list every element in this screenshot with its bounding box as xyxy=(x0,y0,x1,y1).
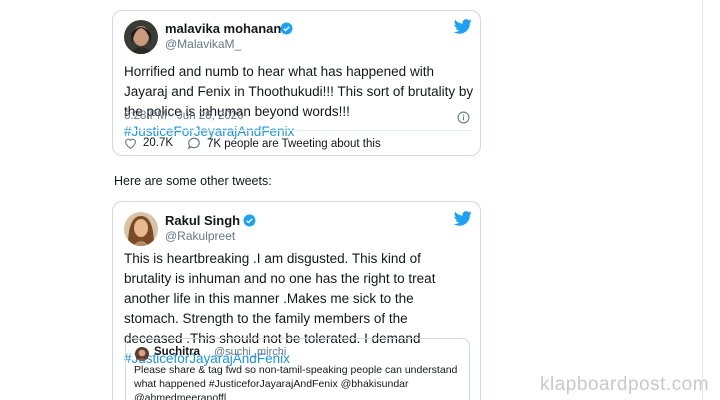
verified-badge-icon xyxy=(280,22,293,35)
info-icon[interactable] xyxy=(457,111,470,124)
heart-icon xyxy=(125,138,136,149)
speech-bubble-icon xyxy=(187,137,200,150)
like-count[interactable]: 20.7K xyxy=(124,137,173,149)
site-watermark: klapboardpost.com xyxy=(540,374,710,395)
page-edge-line xyxy=(702,0,703,400)
tweet-timestamp[interactable]: 6:28 PM · Jun 26, 2020 xyxy=(124,110,244,122)
divider xyxy=(124,130,471,131)
quoted-handle[interactable]: @suchi_mirchi xyxy=(214,346,286,358)
user-handle[interactable]: @Rakulpreet xyxy=(165,229,235,243)
twitter-bird-icon[interactable] xyxy=(454,211,472,226)
embedded-tweet-1[interactable]: malavika mohanan @MalavikaM_ Horrified a… xyxy=(112,10,481,156)
verified-badge-icon xyxy=(243,214,256,227)
quoted-avatar[interactable] xyxy=(135,347,149,361)
display-name[interactable]: malavika mohanan xyxy=(165,21,281,36)
avatar[interactable] xyxy=(124,212,158,246)
like-count-value: 20.7K xyxy=(143,137,174,149)
quoted-display-name[interactable]: Suchitra xyxy=(154,346,200,358)
user-handle[interactable]: @MalavikaM_ xyxy=(165,37,241,51)
between-text: Here are some other tweets: xyxy=(114,174,272,188)
avatar[interactable] xyxy=(124,20,158,54)
people-tweeting-text: 7K people are Tweeting about this xyxy=(207,137,381,150)
display-name[interactable]: Rakul Singh xyxy=(165,213,240,228)
people-tweeting-link[interactable]: 7K people are Tweeting about this xyxy=(187,137,381,150)
twitter-bird-icon[interactable] xyxy=(454,19,472,34)
quoted-text: Please share & tag fwd so non-tamil-spea… xyxy=(134,364,458,400)
quoted-tweet[interactable]: Suchitra @suchi_mirchi Please share & ta… xyxy=(125,338,470,400)
